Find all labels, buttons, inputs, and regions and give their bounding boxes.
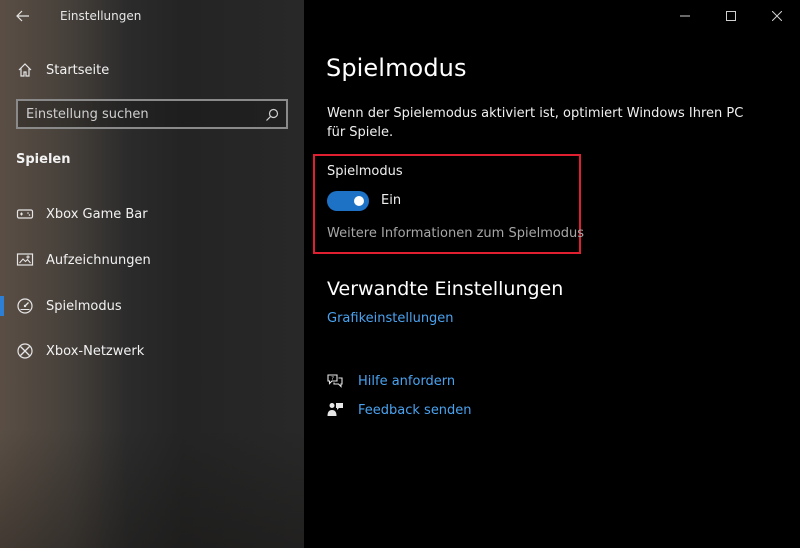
maximize-icon — [726, 11, 736, 21]
search-input[interactable] — [26, 106, 262, 122]
xbox-game-bar-icon — [16, 205, 34, 223]
captures-icon — [16, 251, 34, 269]
close-button[interactable] — [754, 0, 800, 32]
svg-text:?: ? — [331, 376, 334, 382]
send-feedback-link[interactable]: Feedback senden — [358, 403, 472, 418]
sidebar-item-home[interactable]: Startseite — [0, 52, 304, 88]
related-settings-heading: Verwandte Einstellungen — [327, 278, 564, 300]
sidebar-item-captures[interactable]: Aufzeichnungen — [0, 242, 304, 278]
sidebar-item-xbox-networking[interactable]: Xbox-Netzwerk — [0, 333, 304, 369]
sidebar-item-label: Aufzeichnungen — [46, 252, 151, 268]
game-mode-icon — [16, 297, 34, 315]
sidebar-item-label: Spielmodus — [46, 298, 122, 314]
minimize-button[interactable] — [662, 0, 708, 32]
maximize-button[interactable] — [708, 0, 754, 32]
more-info-link[interactable]: Weitere Informationen zum Spielmodus — [327, 226, 584, 241]
toggle-knob — [354, 196, 364, 206]
sidebar-section-title: Spielen — [16, 152, 71, 167]
toggle-state-label: Ein — [381, 193, 402, 208]
sidebar-item-game-mode[interactable]: Spielmodus — [0, 288, 304, 324]
back-arrow-icon — [16, 10, 29, 22]
minimize-icon — [680, 15, 690, 17]
get-help-link[interactable]: Hilfe anfordern — [358, 374, 455, 389]
sidebar-item-label: Startseite — [46, 62, 110, 78]
page-description: Wenn der Spielemodus aktiviert ist, opti… — [327, 106, 744, 140]
graphics-settings-link[interactable]: Grafikeinstellungen — [327, 311, 454, 326]
main-content: Spielmodus Wenn der Spielemodus aktivier… — [304, 0, 800, 548]
search-box — [16, 99, 288, 129]
selection-indicator — [0, 296, 4, 316]
search-icon[interactable] — [264, 107, 280, 123]
page-title: Spielmodus — [326, 54, 467, 82]
sidebar-item-label: Xbox Game Bar — [46, 206, 148, 222]
toggle-heading: Spielmodus — [327, 164, 403, 179]
sidebar-item-xbox-game-bar[interactable]: Xbox Game Bar — [0, 196, 304, 232]
app-title: Einstellungen — [60, 9, 142, 23]
game-mode-toggle[interactable] — [327, 191, 369, 211]
close-icon — [772, 11, 782, 21]
settings-window: Einstellungen Startseite Spielen — [0, 0, 800, 548]
sidebar: Einstellungen Startseite Spielen — [0, 0, 304, 548]
back-button[interactable] — [10, 4, 36, 28]
feedback-icon — [327, 403, 343, 416]
window-controls — [662, 0, 800, 32]
title-bar-left: Einstellungen — [0, 0, 304, 32]
home-icon — [16, 61, 34, 79]
help-chat-icon: ? — [327, 374, 343, 388]
xbox-icon — [16, 342, 34, 360]
sidebar-item-label: Xbox-Netzwerk — [46, 343, 145, 359]
